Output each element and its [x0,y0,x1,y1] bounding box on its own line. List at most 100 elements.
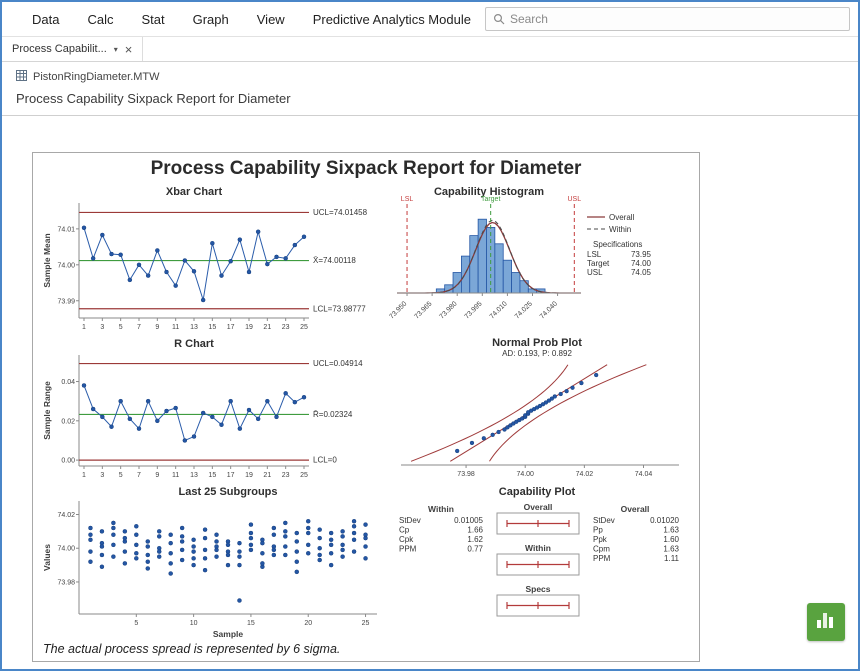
svg-text:Pp: Pp [593,526,603,535]
normal-prob-plot[interactable]: Normal Prob PlotAD: 0.193, P: 0.89273.98… [389,335,685,483]
search-input[interactable] [510,12,842,26]
svg-text:13: 13 [190,472,198,479]
svg-text:73.99: 73.99 [57,298,75,305]
svg-text:Target: Target [587,259,610,268]
svg-text:LCL=0: LCL=0 [313,456,337,465]
output-pane: PistonRingDiameter.MTW Process Capabilit… [2,62,858,669]
svg-text:15: 15 [208,472,216,479]
svg-text:7: 7 [137,324,141,331]
tab-process-capability[interactable]: Process Capabilit... ▾ × [2,37,143,61]
svg-text:Xbar Chart: Xbar Chart [166,186,223,198]
svg-text:StDev: StDev [593,516,615,525]
last-25-subgroups-chart[interactable]: Last 25 Subgroups73.9874.0074.0251015202… [41,483,389,641]
svg-text:73.995: 73.995 [464,300,484,320]
svg-text:11: 11 [172,472,179,479]
svg-text:73.950: 73.950 [389,300,409,320]
graphs-button[interactable] [807,603,845,641]
svg-text:Normal Prob Plot: Normal Prob Plot [492,337,582,349]
svg-text:74.010: 74.010 [489,300,509,320]
menu-item-stat[interactable]: Stat [127,6,178,33]
svg-text:Sample: Sample [213,629,244,639]
menu-item-predictive-analytics-module[interactable]: Predictive Analytics Module [299,6,485,33]
svg-text:PPM: PPM [399,545,417,554]
menu-item-data[interactable]: Data [18,6,73,33]
svg-text:Overall: Overall [609,213,635,222]
svg-text:X̄=74.00118: X̄=74.00118 [313,256,356,265]
svg-text:Within: Within [609,225,631,234]
svg-text:0.00: 0.00 [61,458,75,465]
svg-text:9: 9 [155,324,159,331]
svg-text:5: 5 [119,472,123,479]
svg-text:21: 21 [263,324,271,331]
svg-text:3: 3 [100,472,104,479]
svg-text:74.02: 74.02 [57,512,75,519]
svg-text:3: 3 [100,324,104,331]
svg-text:0.01005: 0.01005 [454,516,483,525]
svg-text:Within: Within [428,504,454,514]
svg-text:Target: Target [481,196,501,203]
svg-text:20: 20 [304,620,312,627]
svg-text:Specifications: Specifications [593,240,642,249]
svg-text:StDev: StDev [399,516,421,525]
svg-text:Within: Within [525,543,551,553]
svg-text:UCL=0.04914: UCL=0.04914 [313,359,363,368]
menu-item-view[interactable]: View [243,6,299,33]
svg-text:15: 15 [208,324,216,331]
svg-text:74.05: 74.05 [631,268,652,277]
svg-text:73.95: 73.95 [631,250,652,259]
svg-text:1.62: 1.62 [467,535,483,544]
svg-text:10: 10 [190,620,198,627]
capability-plot[interactable]: Capability PlotWithinStDev0.01005Cp1.66C… [389,483,685,641]
svg-text:25: 25 [300,472,308,479]
svg-text:USL: USL [587,268,603,277]
svg-text:Overall: Overall [524,502,553,512]
svg-text:74.00: 74.00 [57,546,75,553]
minitab-window: DataCalcStatGraphViewPredictive Analytic… [0,0,860,671]
report-title: Process Capability Sixpack Report for Di… [41,156,691,183]
svg-text:5: 5 [119,324,123,331]
svg-text:1: 1 [82,472,86,479]
svg-text:LSL: LSL [587,250,602,259]
svg-text:0.77: 0.77 [467,545,483,554]
menu-item-graph[interactable]: Graph [179,6,243,33]
svg-text:21: 21 [263,472,271,479]
worksheet-link[interactable]: PistonRingDiameter.MTW [2,68,858,86]
svg-text:UCL=74.01458: UCL=74.01458 [313,208,368,217]
xbar-chart[interactable]: Xbar Chart73.9974.0074.01135791113151719… [41,183,389,335]
search-box[interactable] [485,7,850,31]
svg-text:74.02: 74.02 [576,471,594,478]
svg-text:Capability Plot: Capability Plot [499,486,576,498]
capability-histogram[interactable]: Capability HistogramLSLTargetUSL73.95073… [389,183,685,335]
svg-text:11: 11 [172,324,179,331]
svg-text:25: 25 [300,324,308,331]
r-chart[interactable]: R Chart0.000.020.04135791113151719212325… [41,335,389,483]
svg-text:R̄=0.02324: R̄=0.02324 [313,410,353,419]
svg-text:23: 23 [282,472,290,479]
svg-text:1: 1 [82,324,86,331]
menu-item-calc[interactable]: Calc [73,6,127,33]
svg-text:17: 17 [227,324,235,331]
svg-text:23: 23 [282,324,290,331]
svg-text:73.980: 73.980 [439,300,459,320]
tab-bar: Process Capabilit... ▾ × [2,36,858,62]
output-title: Process Capability Sixpack Report for Di… [2,86,858,115]
svg-text:0.01020: 0.01020 [650,516,679,525]
svg-text:13: 13 [190,324,198,331]
svg-text:19: 19 [245,324,253,331]
svg-text:0.04: 0.04 [61,379,75,386]
svg-text:0.02: 0.02 [61,418,75,425]
svg-text:LCL=73.98777: LCL=73.98777 [313,304,366,313]
svg-text:9: 9 [155,472,159,479]
svg-text:Ppk: Ppk [593,535,608,544]
svg-text:74.040: 74.040 [539,300,559,320]
svg-text:74.00: 74.00 [631,259,652,268]
svg-text:1.60: 1.60 [663,535,679,544]
svg-text:25: 25 [362,620,370,627]
chart-grid: Xbar Chart73.9974.0074.01135791113151719… [41,183,691,641]
svg-text:73.98: 73.98 [457,471,475,478]
tab-dropdown-icon[interactable]: ▾ [114,45,118,54]
sixpack-report[interactable]: Process Capability Sixpack Report for Di… [32,152,700,662]
tab-close-icon[interactable]: × [125,43,133,56]
svg-text:Cp: Cp [399,526,410,535]
search-icon [493,13,505,25]
